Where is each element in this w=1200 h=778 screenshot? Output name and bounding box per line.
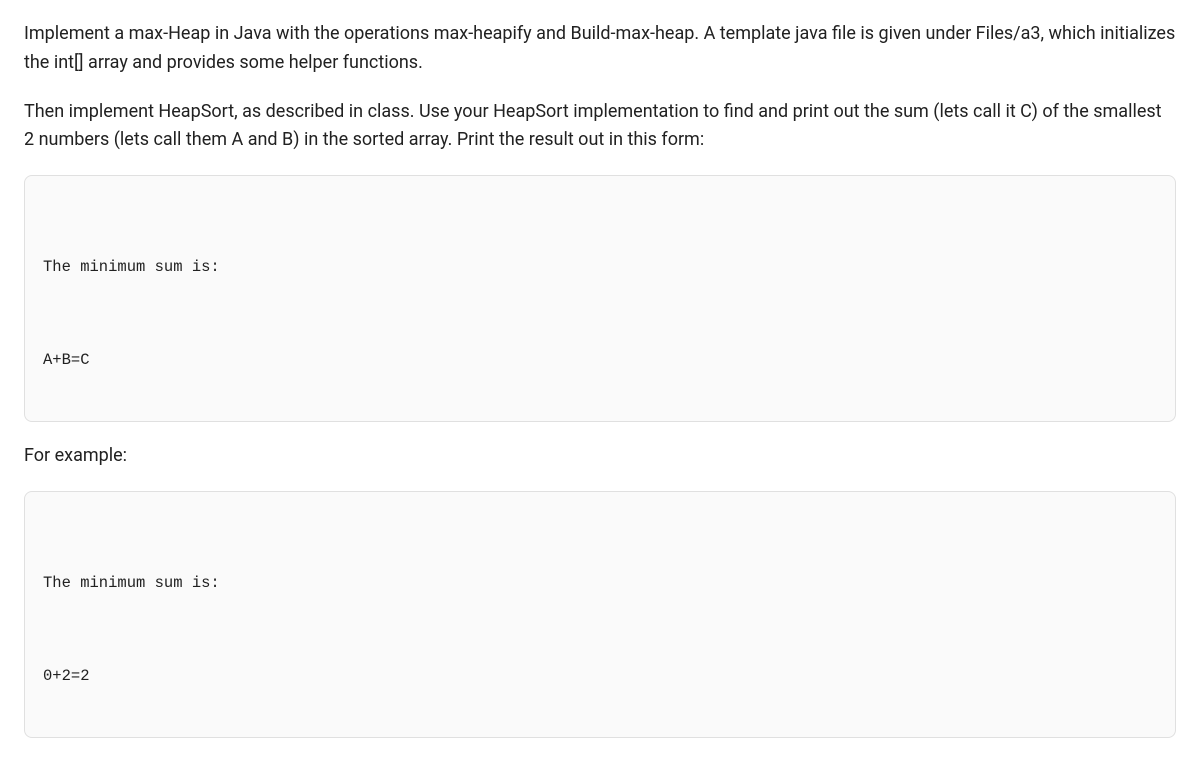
code-line: 0+2=2 [43, 661, 1157, 692]
code-line: The minimum sum is: [43, 252, 1157, 283]
output-format-code-block: The minimum sum is: A+B=C [24, 175, 1176, 422]
example-code-block: The minimum sum is: 0+2=2 [24, 491, 1176, 738]
code-line: A+B=C [43, 345, 1157, 376]
code-line: The minimum sum is: [43, 568, 1157, 599]
instruction-paragraph-1: Implement a max-Heap in Java with the op… [24, 20, 1176, 78]
example-label: For example: [24, 442, 1176, 471]
instruction-paragraph-2: Then implement HeapSort, as described in… [24, 98, 1176, 156]
